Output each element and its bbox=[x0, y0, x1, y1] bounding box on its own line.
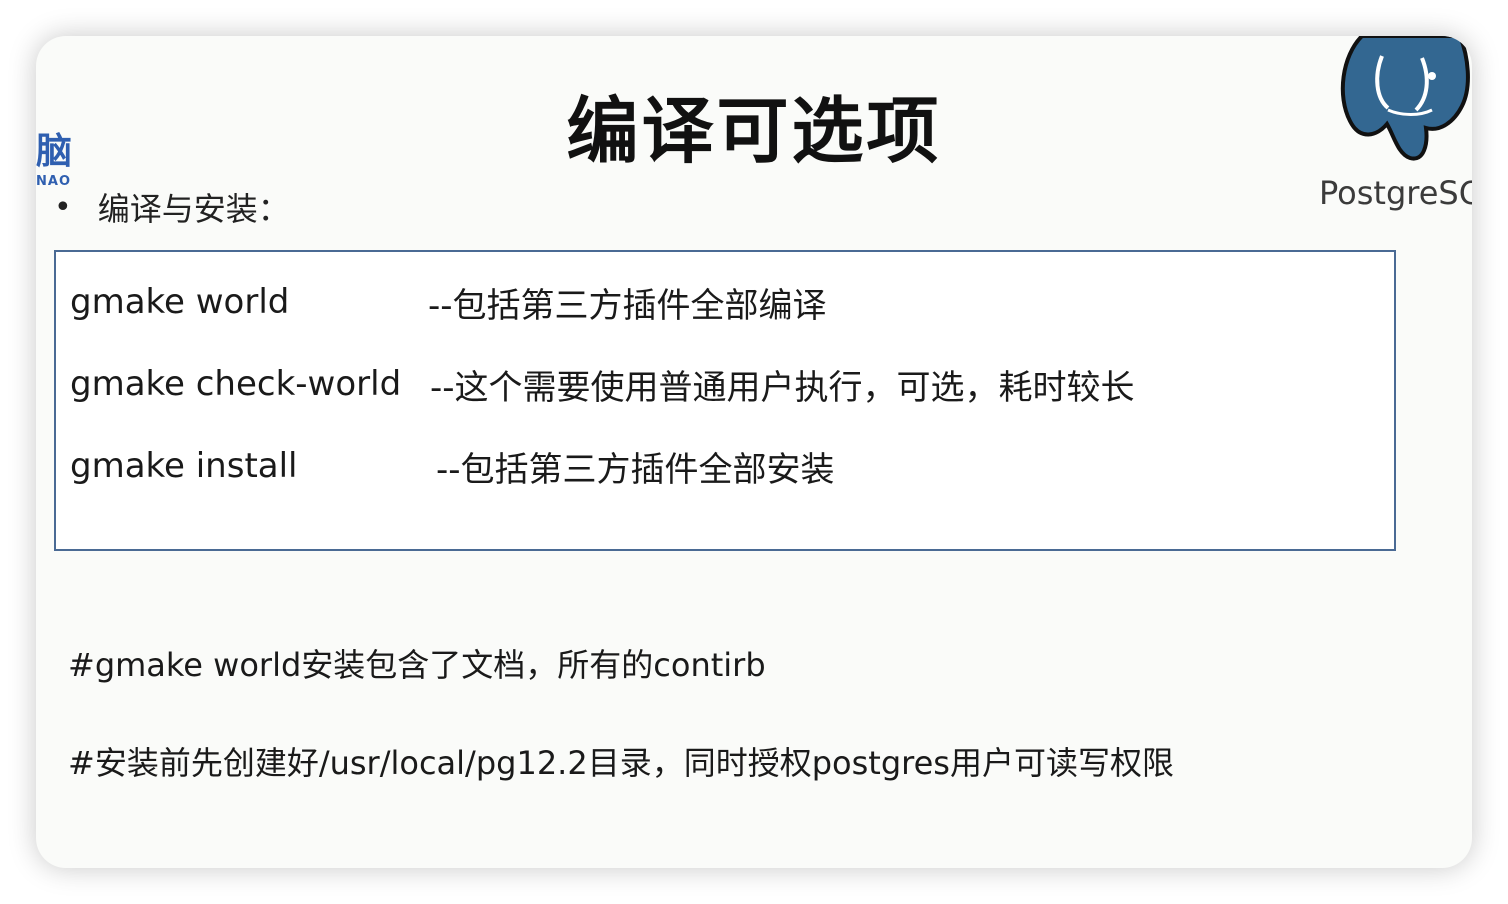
command-text: gmake install bbox=[70, 446, 298, 486]
command-text: gmake world bbox=[70, 282, 290, 322]
command-description: --这个需要使用普通用户执行，可选，耗时较长 bbox=[430, 367, 1135, 408]
bullet-dot-icon: • bbox=[54, 189, 72, 225]
postgresql-wordmark: PostgreSQ bbox=[1319, 174, 1472, 212]
slide-title: 编译可选项 bbox=[566, 88, 942, 173]
command-description: --包括第三方插件全部编译 bbox=[428, 285, 827, 326]
command-row: gmake check-world --这个需要使用普通用户执行，可选，耗时较长 bbox=[70, 364, 1135, 408]
command-row: gmake install --包括第三方插件全部安装 bbox=[70, 446, 835, 490]
command-box: gmake world --包括第三方插件全部编译 gmake check-wo… bbox=[54, 250, 1396, 551]
note-line: #gmake world安装包含了文档，所有的contirb bbox=[68, 646, 766, 684]
command-text: gmake check-world bbox=[70, 364, 402, 404]
bullet-label: 编译与安装： bbox=[97, 190, 290, 228]
command-row: gmake world --包括第三方插件全部编译 bbox=[70, 282, 827, 326]
bullet-item: • 编译与安装： bbox=[54, 184, 290, 230]
command-description: --包括第三方插件全部安装 bbox=[436, 449, 835, 490]
note-line: #安装前先创建好/usr/local/pg12.2目录，同时授权postgres… bbox=[68, 744, 1174, 782]
slide: 脑 NAO 编译可选项 PostgreSQ • 编译与安装： gmake wor… bbox=[36, 36, 1472, 868]
